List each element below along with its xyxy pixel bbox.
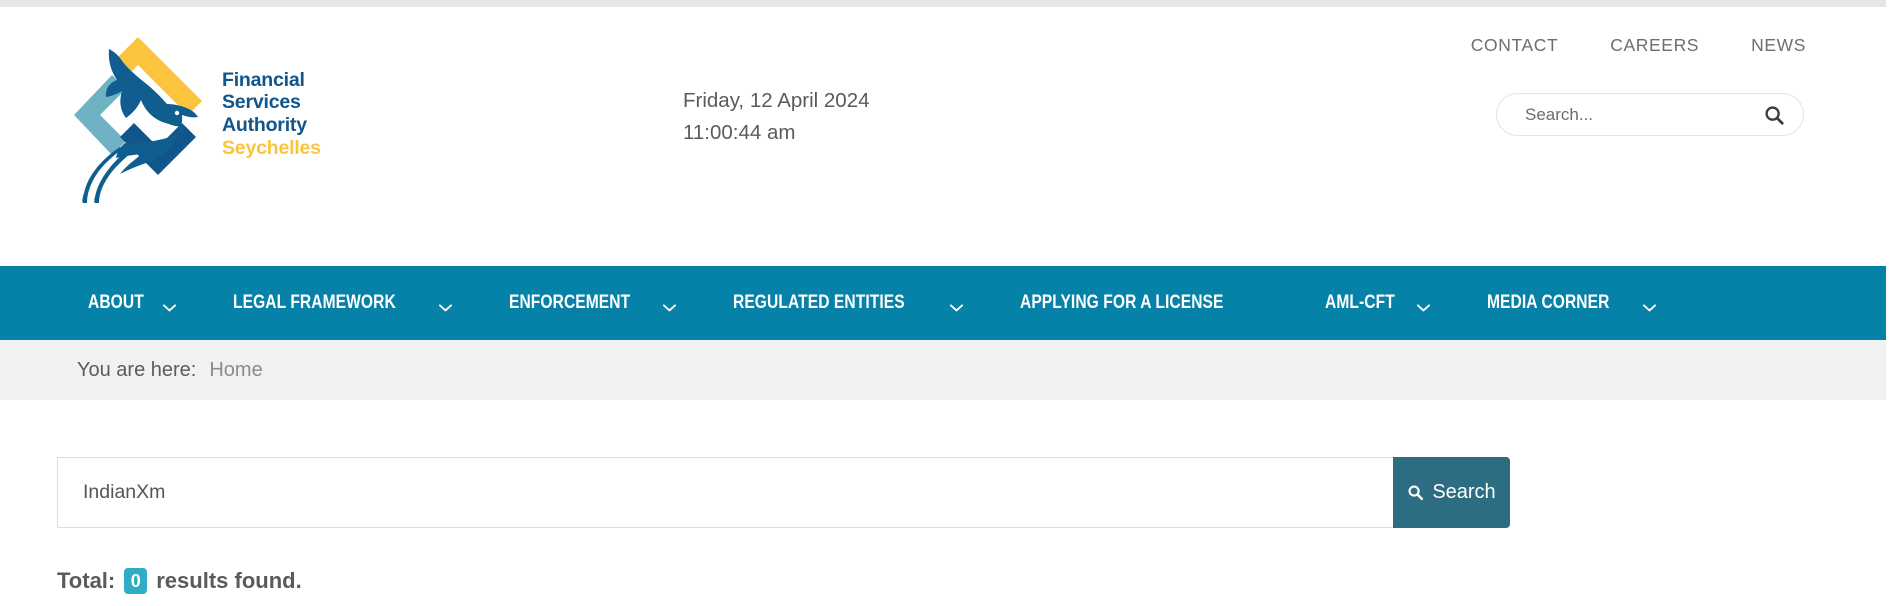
header-search-input[interactable]	[1523, 94, 1763, 135]
nav-item-applying-for-a-license[interactable]: APPLYING FOR A LICENSE	[1020, 292, 1268, 314]
utility-link-careers[interactable]: CAREERS	[1610, 35, 1699, 56]
utility-nav: CONTACT CAREERS NEWS	[1471, 35, 1806, 56]
chevron-down-icon[interactable]	[663, 299, 677, 312]
chevron-down-icon[interactable]	[438, 299, 452, 312]
main-navigation: ABOUT LEGAL FRAMEWORK ENFORCEMENT REGULA…	[0, 266, 1886, 340]
nav-label-regulated-entities: REGULATED ENTITIES	[733, 292, 906, 313]
page-root: Financial Services Authority Seychelles …	[0, 0, 1896, 606]
nav-item-regulated-entities[interactable]: REGULATED ENTITIES	[733, 292, 963, 314]
results-suffix: results found.	[156, 568, 302, 593]
chevron-down-icon[interactable]	[163, 299, 177, 312]
logo-line-1: Financial	[222, 68, 305, 91]
scrollbar-gutter[interactable]	[1886, 0, 1896, 606]
nav-label-legal-framework: LEGAL FRAMEWORK	[233, 292, 396, 313]
nav-label-applying-for-a-license: APPLYING FOR A LICENSE	[1019, 292, 1224, 313]
search-icon	[1407, 484, 1424, 501]
breadcrumb-current[interactable]: Home	[209, 359, 262, 382]
site-header: Financial Services Authority Seychelles …	[0, 7, 1886, 266]
logo-line-3: Authority	[222, 114, 307, 136]
nav-label-about: ABOUT	[88, 292, 144, 313]
nav-item-about[interactable]: ABOUT	[88, 292, 177, 314]
search-input-wrapper[interactable]	[57, 457, 1393, 528]
chevron-down-icon[interactable]	[1643, 299, 1657, 312]
results-summary: Total: 0 results found.	[57, 568, 302, 594]
results-prefix: Total:	[57, 568, 116, 593]
chevron-down-icon[interactable]	[1417, 299, 1431, 312]
header-time: 11:00:44 am	[683, 120, 796, 144]
logo-line-2: Services	[222, 91, 301, 114]
utility-link-contact[interactable]: CONTACT	[1471, 35, 1558, 56]
search-submit-label: Search	[1432, 481, 1496, 503]
nav-label-enforcement: ENFORCEMENT	[508, 292, 630, 313]
nav-item-media-corner[interactable]: MEDIA CORNER	[1487, 292, 1657, 314]
search-input[interactable]	[81, 458, 1393, 527]
fsa-bird-diamond-logo-icon	[62, 25, 214, 203]
chevron-down-icon[interactable]	[949, 299, 963, 312]
utility-link-news[interactable]: NEWS	[1751, 35, 1806, 56]
nav-item-aml-cft[interactable]: AML-CFT	[1325, 292, 1431, 314]
top-decor-strip	[0, 0, 1886, 7]
nav-item-enforcement[interactable]: ENFORCEMENT	[509, 292, 677, 314]
search-form: Search	[57, 457, 1510, 528]
breadcrumb: You are here: Home	[0, 340, 1886, 400]
logo-line-4: Seychelles	[222, 136, 321, 159]
search-submit-button[interactable]: Search	[1393, 457, 1510, 528]
nav-item-legal-framework[interactable]: LEGAL FRAMEWORK	[233, 292, 452, 314]
nav-label-aml-cft: AML-CFT	[1325, 292, 1395, 313]
header-date: Friday, 12 April 2024	[683, 89, 870, 112]
header-datetime: Friday, 12 April 2024 11:00:44 am	[683, 85, 870, 149]
header-search-box[interactable]	[1496, 93, 1804, 136]
nav-label-media-corner: MEDIA CORNER	[1487, 292, 1610, 313]
search-icon[interactable]	[1763, 104, 1785, 126]
results-count-badge: 0	[124, 568, 148, 594]
logo-wordmark: Financial Services Authority Seychelles	[222, 69, 321, 159]
site-logo[interactable]: Financial Services Authority Seychelles	[62, 25, 321, 203]
breadcrumb-prefix: You are here:	[77, 358, 197, 381]
